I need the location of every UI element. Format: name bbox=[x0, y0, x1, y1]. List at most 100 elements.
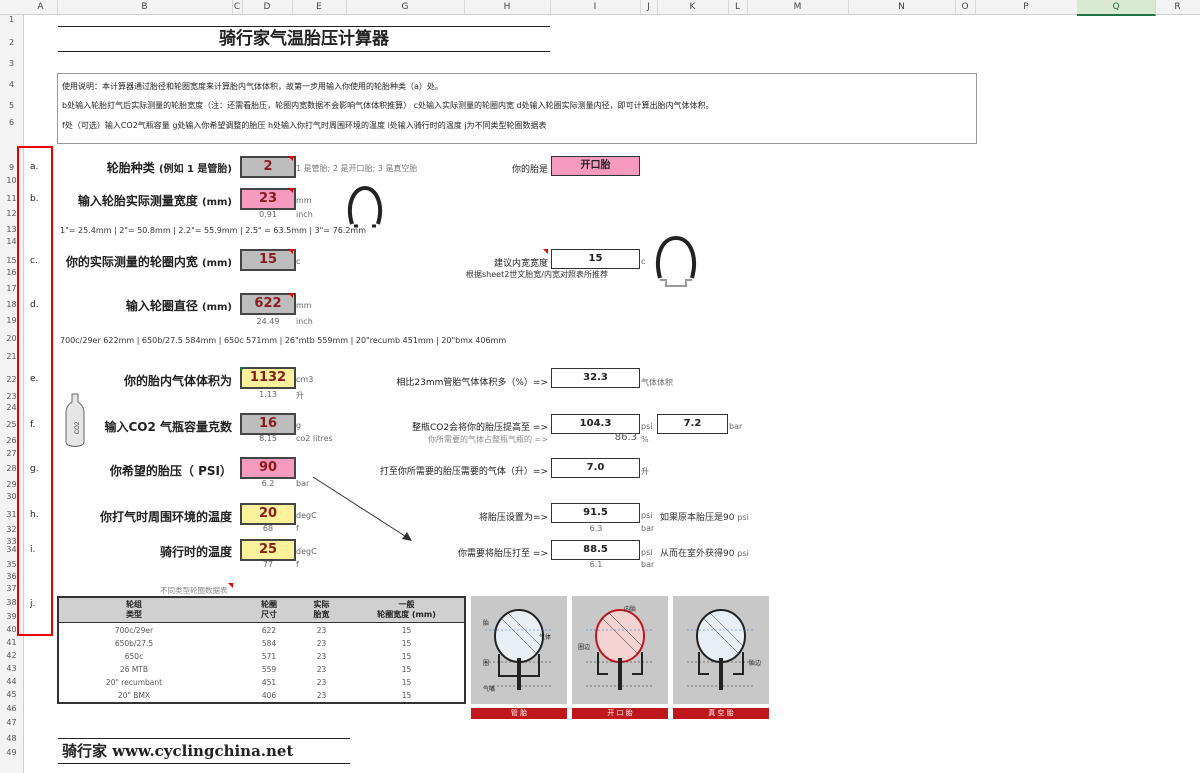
set-pressure-bar: 6.3 bbox=[589, 524, 603, 533]
column-header-q[interactable]: Q bbox=[1077, 0, 1156, 16]
co2-percent: 86.3 bbox=[614, 432, 637, 443]
unit-label: f bbox=[296, 560, 299, 569]
row-header[interactable]: 47 bbox=[0, 718, 23, 727]
volume-litres: 1.13 bbox=[259, 390, 277, 399]
unit-label: co2 litres bbox=[296, 434, 333, 443]
rim-diagram-icon bbox=[656, 235, 696, 287]
rim-diameter-inch: 24.49 bbox=[256, 317, 280, 326]
unit-label: % bbox=[641, 435, 649, 444]
set-pressure: 91.5 bbox=[551, 503, 640, 523]
tubeless-label-bar: 真 空 胎 bbox=[673, 708, 769, 719]
column-header-j[interactable]: J bbox=[640, 0, 658, 14]
row-header[interactable]: 1 bbox=[0, 15, 23, 24]
column-header-n[interactable]: N bbox=[848, 0, 956, 14]
table-cell: 15 bbox=[401, 678, 412, 687]
row-header[interactable]: 41 bbox=[0, 638, 23, 647]
clincher-tire-diagram: 内胎 圈边 bbox=[572, 596, 668, 704]
co2-label: 输入CO2 气瓶容量克数 bbox=[104, 420, 232, 434]
column-header-bar: ABCDEGHIJKLMNOPQR bbox=[0, 0, 1200, 16]
volume-label: 你的胎内气体体积为 bbox=[123, 374, 232, 388]
column-header-g[interactable]: G bbox=[346, 0, 465, 14]
ride-pressure-label: 你需要将胎压打至 => bbox=[458, 549, 548, 559]
co2-input[interactable]: 16 bbox=[240, 413, 296, 435]
row-letter: f. bbox=[30, 420, 36, 430]
table-note: 不同类型轮圈数据表 bbox=[160, 586, 228, 595]
column-header-e[interactable]: E bbox=[292, 0, 347, 14]
column-header-r[interactable]: R bbox=[1155, 0, 1200, 14]
table-cell: 23 bbox=[316, 626, 327, 635]
unit-label: psi bbox=[641, 548, 653, 557]
ambient-temp-input[interactable]: 20 bbox=[240, 503, 296, 525]
ride-pressure-bar: 6.1 bbox=[589, 560, 603, 569]
column-header-l[interactable]: L bbox=[728, 0, 748, 14]
comment-marker bbox=[228, 583, 233, 588]
table-cell: 15 bbox=[401, 626, 412, 635]
diagram-label: 内胎 bbox=[624, 606, 637, 613]
unit-label: c bbox=[296, 257, 301, 266]
row-letter: d. bbox=[30, 300, 39, 310]
unit-label: bar bbox=[641, 524, 655, 533]
table-cell: 23 bbox=[316, 652, 327, 661]
row-header[interactable]: 44 bbox=[0, 677, 23, 686]
co2-percent-label: 你所需要的气体占整瓶气瓶的 => bbox=[428, 435, 548, 444]
rim-sizes-note: 700c/29er 622mm | 650b/27.5 584mm | 650c… bbox=[60, 336, 507, 345]
tubular-label-bar: 管 胎 bbox=[471, 708, 567, 719]
column-header-o[interactable]: O bbox=[955, 0, 976, 14]
table-cell: 559 bbox=[261, 665, 277, 674]
row-letter: i. bbox=[30, 545, 36, 555]
table-cell: 15 bbox=[401, 665, 412, 674]
tubeless-tire-diagram: 胎边 bbox=[673, 596, 769, 704]
row-letter: c. bbox=[30, 256, 38, 266]
recommended-width-note: 根据sheet2世文胎宽/内宽对照表所推荐 bbox=[466, 270, 609, 279]
ride-temp-f: 77 bbox=[262, 560, 274, 569]
row-header[interactable]: 43 bbox=[0, 664, 23, 673]
table-cell: 622 bbox=[261, 626, 277, 635]
row-header[interactable]: 5 bbox=[0, 101, 23, 110]
page-title: 骑行家气温胎压计算器 bbox=[58, 26, 550, 52]
tire-width-label: 输入轮胎实际测量宽度 (mm) bbox=[77, 194, 232, 208]
unit-label: inch bbox=[296, 317, 313, 326]
unit-label: mm bbox=[296, 301, 312, 310]
target-pressure-input[interactable]: 90 bbox=[240, 457, 296, 479]
table-cell: 23 bbox=[316, 691, 327, 700]
table-cell: 584 bbox=[261, 639, 277, 648]
tire-type-label: 轮胎种类 (例如 1 是管胎) bbox=[106, 161, 232, 175]
unit-label: bar bbox=[296, 479, 310, 488]
row-header[interactable]: 46 bbox=[0, 704, 23, 713]
column-header-a[interactable]: A bbox=[24, 0, 58, 14]
volume-compare: 32.3 bbox=[551, 368, 640, 388]
diagram-label: 圈边 bbox=[578, 644, 591, 651]
ride-pressure-note: 从而在室外获得90 psi bbox=[660, 549, 749, 559]
unit-label: c bbox=[641, 257, 646, 266]
row-header[interactable]: 49 bbox=[0, 748, 23, 757]
row-header[interactable]: 2 bbox=[0, 38, 23, 47]
row-header[interactable]: 45 bbox=[0, 690, 23, 699]
comment-marker bbox=[543, 249, 548, 254]
table-header-cell: 实际 胎宽 bbox=[313, 600, 330, 619]
volume-value: 1132 bbox=[240, 367, 296, 389]
row-letter: h. bbox=[30, 510, 39, 520]
diagram-label: 气嘴 bbox=[483, 686, 496, 693]
ride-temp-input[interactable]: 25 bbox=[240, 539, 296, 561]
row-header[interactable]: 48 bbox=[0, 734, 23, 743]
column-header-b[interactable]: B bbox=[57, 0, 233, 14]
table-cell: 650c bbox=[124, 652, 144, 661]
unit-label: bar bbox=[729, 422, 743, 431]
column-header-d[interactable]: D bbox=[242, 0, 293, 14]
unit-label: g bbox=[296, 421, 302, 430]
table-header-cell: 一般 轮圈宽度 (mm) bbox=[377, 600, 436, 619]
target-pressure-bar: 6.2 bbox=[261, 479, 275, 488]
row-header[interactable]: 3 bbox=[0, 59, 23, 68]
row-header[interactable]: 4 bbox=[0, 80, 23, 89]
row-header[interactable]: 42 bbox=[0, 651, 23, 660]
column-header-i[interactable]: I bbox=[550, 0, 641, 14]
tire-cross-section-icon bbox=[347, 185, 383, 228]
column-header-p[interactable]: P bbox=[975, 0, 1078, 14]
row-header[interactable]: 6 bbox=[0, 118, 23, 127]
instruction-line: f处（可选）输入CO2气瓶容量 g处输入你希望调整的胎压 h处输入你打气时周围环… bbox=[62, 121, 547, 130]
column-header-m[interactable]: M bbox=[747, 0, 849, 14]
column-header-h[interactable]: H bbox=[464, 0, 551, 14]
table-cell: 451 bbox=[261, 678, 277, 687]
table-cell: 15 bbox=[401, 691, 412, 700]
column-header-k[interactable]: K bbox=[657, 0, 729, 14]
